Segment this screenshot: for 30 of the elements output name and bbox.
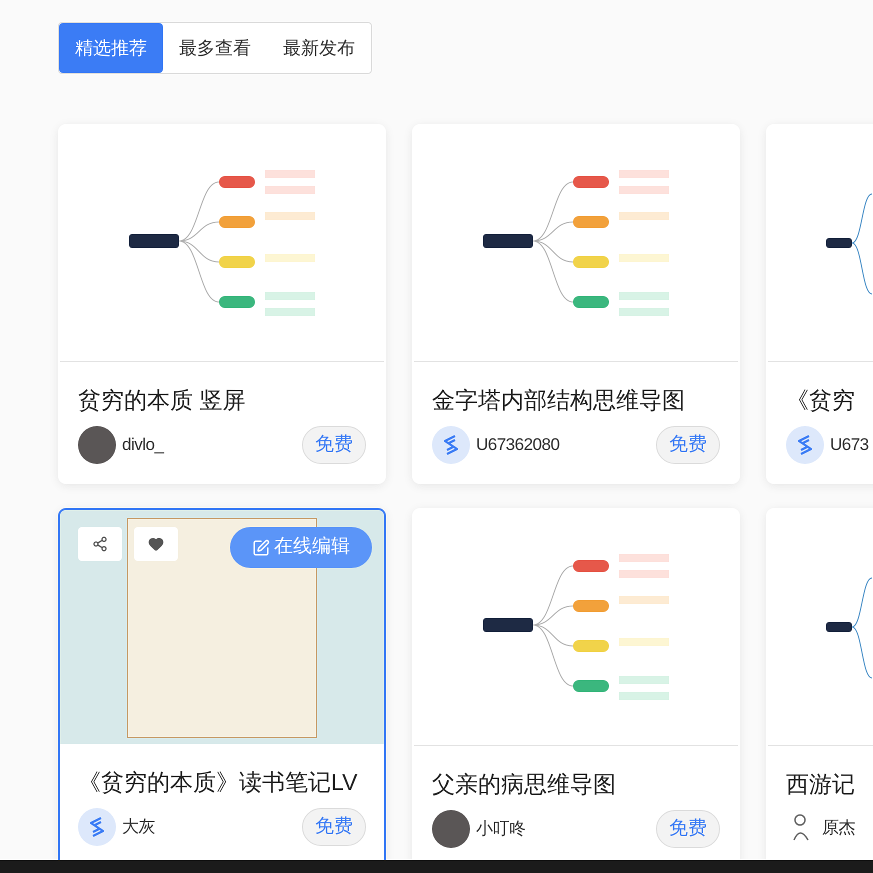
author-name: 大灰 (122, 816, 155, 838)
card-title[interactable]: 父亲的病思维导图 (432, 768, 720, 800)
price-tag: 免费 (302, 426, 366, 464)
author-name: U67362080 (476, 434, 560, 456)
like-button[interactable] (134, 527, 178, 561)
template-card[interactable]: 《贫穷 U673 (766, 124, 873, 484)
author-name: 原杰 (822, 817, 855, 840)
template-card[interactable]: 父亲的病思维导图 小叮咚 免费 (412, 508, 740, 860)
price-tag: 免费 (656, 810, 720, 848)
author-name: U673 (830, 434, 869, 456)
card-title[interactable]: 《贫穷的本质》读书笔记LV (78, 766, 366, 798)
author-name: divlo_ (122, 434, 164, 456)
heart-icon (148, 536, 164, 552)
template-card[interactable]: 贫穷的本质 竖屏 divlo_ 免费 (58, 124, 386, 484)
avatar (432, 810, 470, 848)
price-tag: 免费 (656, 426, 720, 464)
share-icon (92, 536, 108, 552)
edit-icon (252, 538, 270, 556)
filter-tab[interactable]: 精选推荐 (59, 23, 163, 73)
share-button[interactable] (78, 527, 122, 561)
author-name: 小叮咚 (476, 818, 526, 840)
card-title[interactable]: 金字塔内部结构思维导图 (432, 384, 720, 416)
card-title[interactable]: 《贫穷 (786, 384, 873, 416)
template-card[interactable]: 在线编辑 《贫穷的本质》读书笔记LV 大灰 免费 (58, 508, 386, 860)
avatar (78, 426, 116, 464)
template-card[interactable]: 金字塔内部结构思维导图 U67362080 免费 (412, 124, 740, 484)
card-title[interactable]: 贫穷的本质 竖屏 (78, 384, 366, 416)
price-tag: 免费 (302, 808, 366, 846)
card-title[interactable]: 西游记 (786, 768, 873, 800)
template-card[interactable]: 西游记 原杰 (766, 508, 873, 860)
